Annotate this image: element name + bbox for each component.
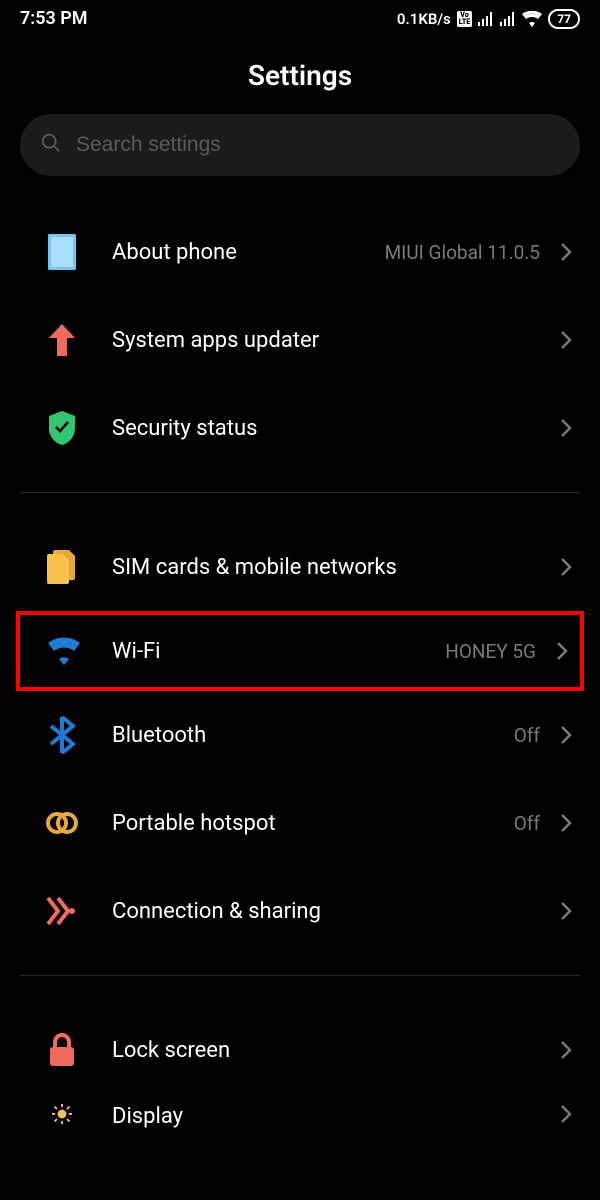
divider [20,975,580,976]
row-security-status[interactable]: Security status [0,384,600,472]
brightness-icon [20,1104,104,1124]
wifi-status-icon [522,11,542,27]
row-system-apps-updater[interactable]: System apps updater [0,296,600,384]
row-about-phone[interactable]: About phone MIUI Global 11.0.5 [0,208,600,296]
chevron-right-icon [560,1040,572,1060]
row-value: Off [514,724,540,747]
status-bar: 7:53 PM 0.1KB/s VoLTE 77 [0,0,600,35]
row-value: Off [514,812,540,835]
row-label: Wi-Fi [112,639,437,664]
row-label: About phone [112,240,377,265]
row-label: Display [112,1104,552,1129]
row-value: MIUI Global 11.0.5 [385,241,540,264]
hotspot-icon [20,810,104,836]
chevron-right-icon [560,1104,572,1124]
search-icon [40,132,62,158]
row-connection-sharing[interactable]: Connection & sharing [0,867,600,955]
status-time: 7:53 PM [20,8,88,29]
network-speed: 0.1KB/s [397,10,451,28]
shield-check-icon [20,410,104,446]
row-wifi[interactable]: Wi-Fi HONEY 5G [16,611,584,691]
bluetooth-icon [20,716,104,754]
chevron-right-icon [560,901,572,921]
chevron-right-icon [556,641,568,661]
lock-icon [20,1033,104,1067]
settings-list: About phone MIUI Global 11.0.5 System ap… [0,208,600,1144]
signal-icon-2 [500,12,516,26]
row-label: Connection & sharing [112,899,552,924]
row-value: HONEY 5G [445,640,536,663]
status-indicators: 0.1KB/s VoLTE 77 [397,9,580,29]
sim-icon [20,550,104,584]
row-label: Bluetooth [112,723,506,748]
phone-icon [20,234,104,270]
chevron-right-icon [560,418,572,438]
battery-indicator: 77 [548,9,580,29]
chevron-right-icon [560,813,572,833]
row-label: Portable hotspot [112,811,506,836]
row-label: Security status [112,416,552,441]
wifi-icon [24,637,104,665]
search-input[interactable] [76,133,560,157]
row-sim-cards[interactable]: SIM cards & mobile networks [0,523,600,611]
row-label: System apps updater [112,328,552,353]
chevron-right-icon [560,557,572,577]
row-lock-screen[interactable]: Lock screen [0,1006,600,1094]
row-label: Lock screen [112,1038,552,1063]
signal-icon-1 [478,12,494,26]
row-bluetooth[interactable]: Bluetooth Off [0,691,600,779]
chevron-right-icon [560,330,572,350]
arrow-up-icon [20,322,104,358]
volte-icon: VoLTE [457,11,472,27]
divider [20,492,580,493]
row-display[interactable]: Display [0,1094,600,1144]
row-portable-hotspot[interactable]: Portable hotspot Off [0,779,600,867]
connection-icon [20,896,104,926]
search-bar[interactable] [20,114,580,176]
chevron-right-icon [560,242,572,262]
row-label: SIM cards & mobile networks [112,555,552,580]
page-title: Settings [0,59,600,92]
chevron-right-icon [560,725,572,745]
